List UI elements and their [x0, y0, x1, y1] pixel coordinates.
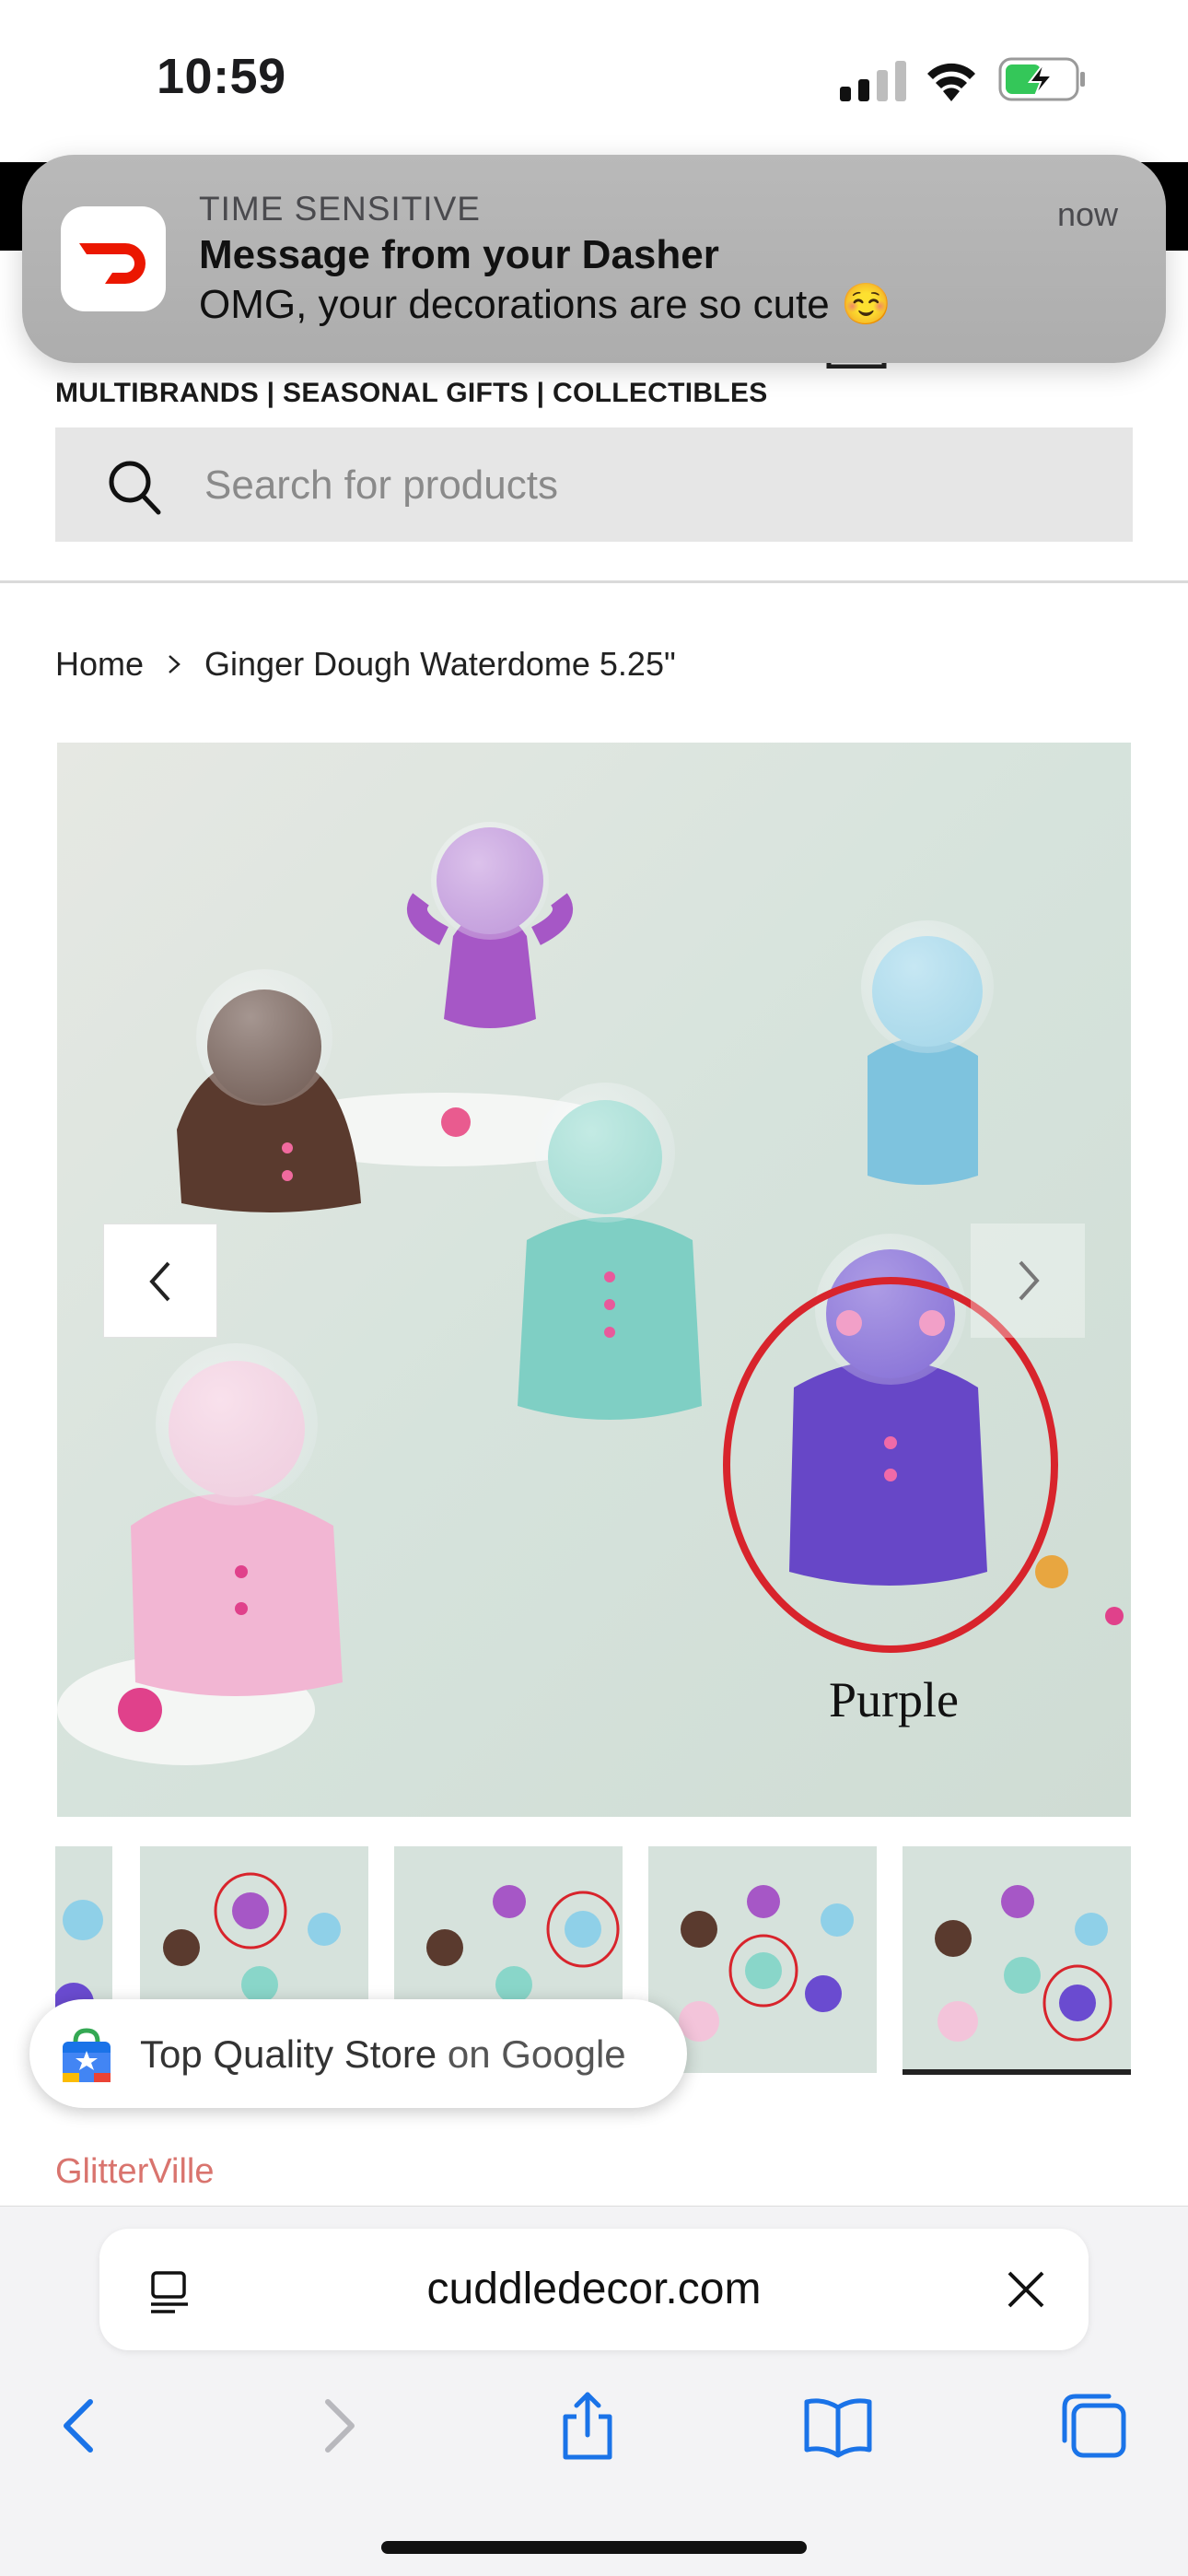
cellular-signal-icon — [840, 61, 906, 101]
notification-time: now — [1056, 195, 1118, 233]
product-main-image[interactable]: Purple — [57, 743, 1131, 1817]
breadcrumb-home-link[interactable]: Home — [55, 645, 144, 684]
breadcrumb: Home Ginger Dough Waterdome 5.25" — [55, 645, 676, 684]
figurine-pink — [131, 1343, 343, 1696]
notification-category: TIME SENSITIVE — [199, 190, 481, 228]
chevron-right-icon — [169, 655, 181, 673]
figurine-purple-selected — [789, 1234, 987, 1586]
search-input[interactable]: Search for products — [55, 427, 1133, 542]
breadcrumb-current: Ginger Dough Waterdome 5.25" — [204, 645, 676, 683]
previous-image-button[interactable] — [103, 1224, 217, 1338]
search-icon — [109, 461, 161, 515]
search-placeholder: Search for products — [204, 463, 558, 508]
bookmarks-icon[interactable] — [801, 2389, 875, 2463]
close-icon[interactable] — [1004, 2267, 1048, 2312]
google-shopping-icon — [63, 2028, 111, 2082]
tabs-icon[interactable] — [1057, 2389, 1131, 2463]
url-text: cuddledecor.com — [426, 2265, 762, 2313]
wifi-icon — [927, 63, 975, 101]
google-store-badge[interactable]: Top Quality Store on Google — [29, 1999, 687, 2108]
home-indicator — [381, 2541, 807, 2554]
back-icon[interactable] — [44, 2389, 118, 2463]
address-bar[interactable]: cuddledecor.com — [99, 2229, 1089, 2350]
status-time: 10:59 — [157, 49, 286, 104]
notification-title: Message from your Dasher — [199, 232, 719, 277]
notification-body: OMG, your decorations are so cute ☺️ — [199, 282, 891, 327]
battery-charging-icon — [998, 57, 1085, 101]
product-brand-link[interactable]: GlitterVille — [55, 2152, 214, 2192]
notification-banner[interactable]: TIME SENSITIVE now Message from your Das… — [22, 155, 1166, 363]
chevron-right-icon — [1019, 1260, 1040, 1301]
chevron-left-icon — [149, 1261, 170, 1302]
browser-toolbar: cuddledecor.com — [0, 2206, 1188, 2576]
share-icon[interactable] — [551, 2389, 624, 2463]
thumbnail-active-indicator — [903, 2069, 1131, 2075]
product-thumbnail-active[interactable] — [903, 1846, 1131, 2073]
site-tagline: MULTIBRANDS | SEASONAL GIFTS | COLLECTIB… — [55, 378, 768, 408]
image-color-caption: Purple — [829, 1672, 959, 1727]
google-badge-text: Top Quality Store on Google — [140, 2032, 626, 2076]
forward-icon[interactable] — [300, 2389, 374, 2463]
header-divider — [0, 580, 1188, 583]
doordash-icon — [61, 206, 166, 311]
next-image-button[interactable] — [971, 1224, 1085, 1338]
